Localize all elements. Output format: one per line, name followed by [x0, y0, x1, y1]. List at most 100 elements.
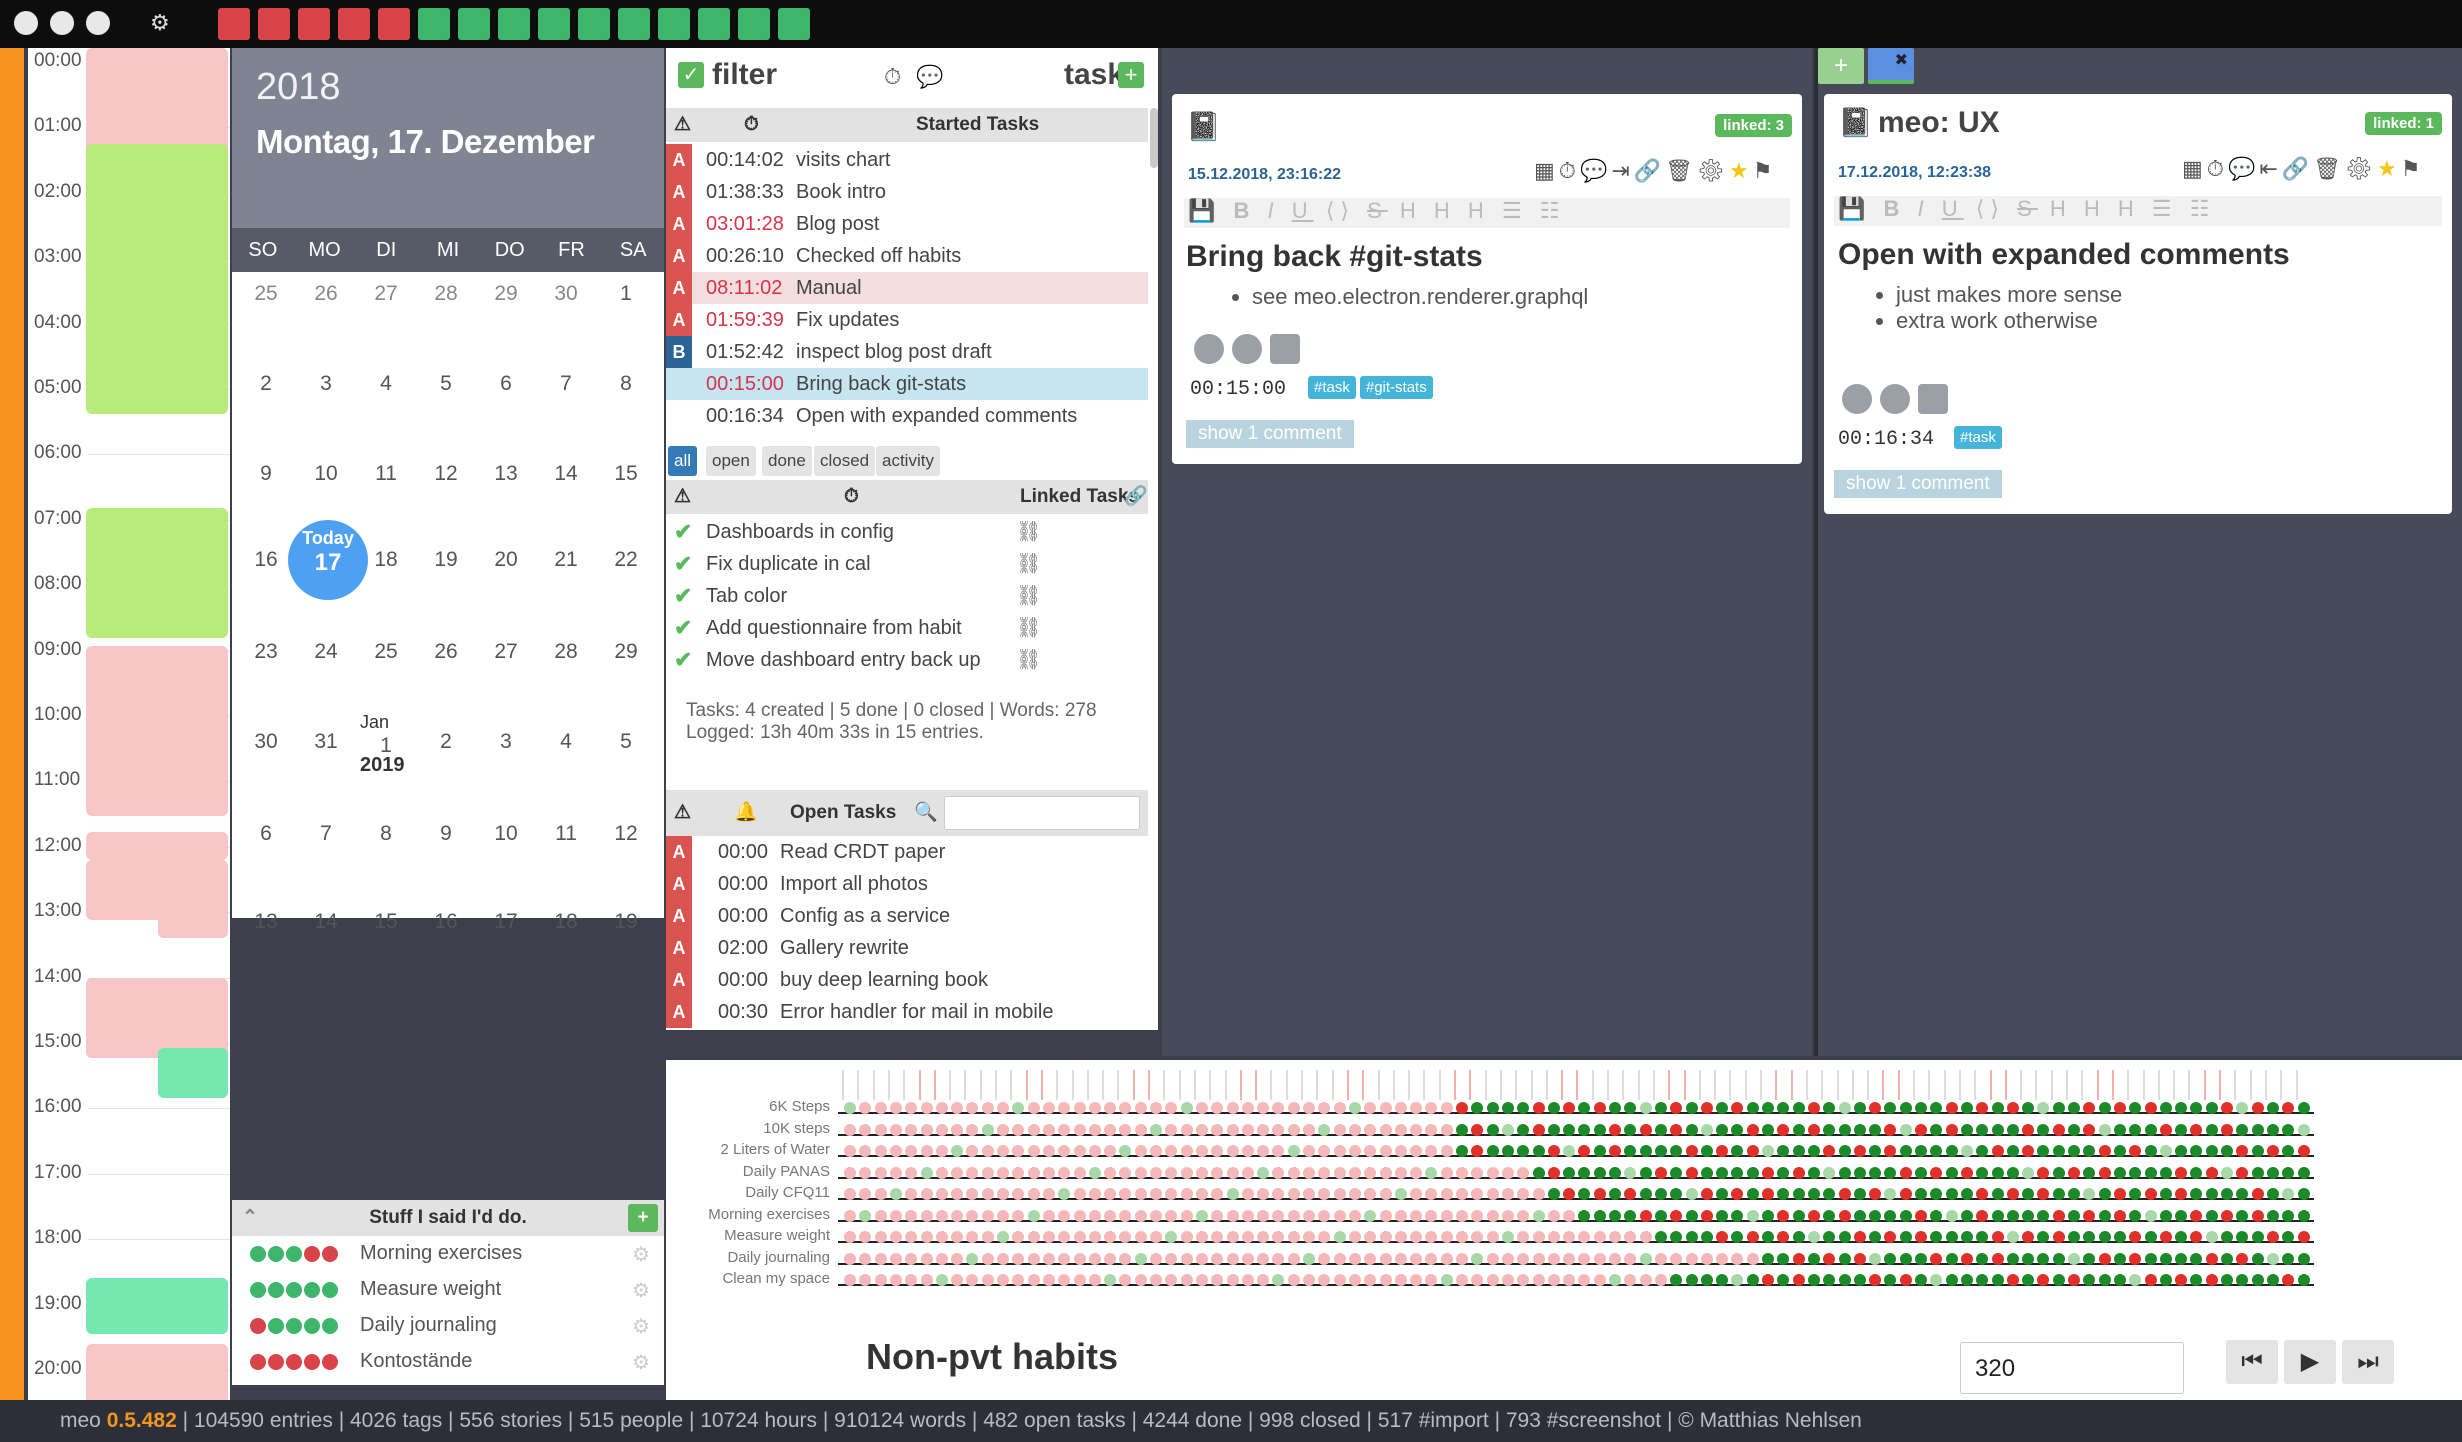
habit-cell[interactable] [1915, 1145, 1927, 1157]
calendar-day[interactable]: 7 [536, 372, 596, 396]
habit-cell[interactable] [2297, 1209, 2310, 1222]
habit-cell[interactable] [2022, 1231, 2035, 1243]
habit-cell[interactable] [1180, 1274, 1193, 1286]
habit-cell[interactable] [2006, 1102, 2019, 1114]
habit-cell[interactable] [1104, 1209, 1117, 1222]
habit-cell[interactable] [1119, 1252, 1132, 1265]
habit-cell[interactable] [1624, 1123, 1637, 1136]
habit-cell[interactable] [2068, 1231, 2080, 1243]
habit-cell[interactable] [1639, 1102, 1652, 1114]
habit-cell[interactable] [981, 1209, 994, 1222]
habit-cell[interactable] [1073, 1188, 1086, 1200]
habit-cell[interactable] [1700, 1123, 1713, 1136]
hashtag[interactable]: #task [1954, 426, 2002, 449]
habit-cell[interactable] [2297, 1102, 2310, 1114]
habit-cell[interactable] [1318, 1123, 1331, 1136]
habit-cell[interactable] [1211, 1252, 1224, 1265]
habit-cell[interactable] [1333, 1123, 1346, 1136]
habit-cell[interactable] [1532, 1166, 1545, 1179]
habit-cell[interactable] [1303, 1252, 1315, 1265]
habit-cell[interactable] [2052, 1102, 2065, 1114]
habit-cell[interactable] [2113, 1274, 2126, 1286]
habit-cell[interactable] [1762, 1188, 1774, 1200]
habit-cell[interactable] [1379, 1231, 1392, 1243]
habit-cell[interactable] [1303, 1123, 1315, 1136]
habit-cell[interactable] [1486, 1188, 1499, 1200]
bug-icon[interactable]: ⚙ [150, 10, 172, 36]
habit-cell[interactable] [2113, 1102, 2126, 1114]
habit-cell[interactable] [1869, 1209, 1882, 1222]
habit-cell[interactable] [997, 1209, 1009, 1222]
habit-cell[interactable] [951, 1145, 964, 1157]
habit-cell[interactable] [1088, 1102, 1101, 1114]
habit-cell[interactable] [1241, 1123, 1254, 1136]
habit-cell[interactable] [1593, 1231, 1606, 1243]
habit-cell[interactable] [1960, 1252, 1973, 1265]
habit-cell[interactable] [1104, 1252, 1117, 1265]
habit-status-square[interactable] [458, 8, 490, 40]
habit-cell[interactable] [889, 1166, 902, 1179]
habit-cell[interactable] [1104, 1274, 1117, 1286]
habit-cell[interactable] [1654, 1209, 1667, 1222]
habit-cell[interactable] [1593, 1166, 1606, 1179]
habit-cell[interactable] [1042, 1252, 1055, 1265]
habit-cell[interactable] [981, 1252, 994, 1265]
habit-cell[interactable] [1792, 1231, 1805, 1243]
habit-cell[interactable] [1685, 1188, 1698, 1200]
open-tasks-search-input[interactable] [944, 796, 1140, 830]
timer-icon[interactable]: ⏱ [744, 108, 759, 142]
habit-cell[interactable] [1869, 1145, 1882, 1157]
habit-cell[interactable] [1104, 1231, 1117, 1243]
habit-cell[interactable] [1685, 1123, 1698, 1136]
habit-cell[interactable] [2297, 1145, 2310, 1157]
habit-cell[interactable] [889, 1102, 902, 1114]
habit-cell[interactable] [1746, 1188, 1759, 1200]
habit-cell[interactable] [2052, 1231, 2065, 1243]
habit-cell[interactable] [1456, 1145, 1468, 1157]
habit-cell[interactable] [1501, 1166, 1514, 1179]
linked-badge[interactable]: linked: 3 [1715, 114, 1792, 137]
habit-cell[interactable] [1364, 1252, 1377, 1265]
habit-cell[interactable] [1119, 1209, 1132, 1222]
calendar-day[interactable]: 27 [356, 282, 416, 306]
habit-cell[interactable] [1762, 1231, 1774, 1243]
habit-cell[interactable] [2022, 1274, 2035, 1286]
habit-cell[interactable] [2251, 1166, 2264, 1179]
habit-cell[interactable] [2006, 1231, 2019, 1243]
habit-cell[interactable] [2144, 1252, 2157, 1265]
habit-cell[interactable] [1547, 1231, 1560, 1243]
habit-cell[interactable] [1532, 1252, 1545, 1265]
habit-cell[interactable] [1976, 1252, 1989, 1265]
habit-cell[interactable] [1731, 1166, 1744, 1179]
habit-cell[interactable] [844, 1123, 856, 1136]
add-habit-button[interactable]: + [628, 1204, 658, 1232]
habit-cell[interactable] [1884, 1209, 1897, 1222]
calendar-day[interactable]: 27 [476, 640, 536, 664]
habit-cell[interactable] [1333, 1145, 1346, 1157]
habit-cell[interactable] [1838, 1123, 1851, 1136]
habit-cell[interactable] [1547, 1252, 1560, 1265]
habit-cell[interactable] [2221, 1231, 2233, 1243]
habit-cell[interactable] [1410, 1274, 1423, 1286]
habit-cell[interactable] [2282, 1123, 2295, 1136]
habit-cell[interactable] [1639, 1209, 1652, 1222]
habit-cell[interactable] [2098, 1274, 2111, 1286]
habit-cell[interactable] [844, 1166, 856, 1179]
habit-cell[interactable] [1012, 1252, 1025, 1265]
habit-cell[interactable] [2098, 1209, 2111, 1222]
calendar-day[interactable]: 24 [296, 640, 356, 664]
habit-cell[interactable] [1746, 1209, 1759, 1222]
habit-cell[interactable] [1654, 1166, 1667, 1179]
habit-cell[interactable] [1884, 1123, 1897, 1136]
habit-cell[interactable] [1716, 1252, 1729, 1265]
habit-cell[interactable] [1639, 1188, 1652, 1200]
habit-cell[interactable] [1915, 1231, 1927, 1243]
habit-cell[interactable] [844, 1102, 856, 1114]
habit-cell[interactable] [1823, 1209, 1836, 1222]
habit-cell[interactable] [1792, 1209, 1805, 1222]
habit-cell[interactable] [935, 1274, 948, 1286]
habit-cell[interactable] [1792, 1274, 1805, 1286]
habit-cell[interactable] [1563, 1123, 1576, 1136]
filter-title[interactable]: filter [712, 58, 777, 92]
warning-icon[interactable]: ⚠ [674, 108, 691, 142]
